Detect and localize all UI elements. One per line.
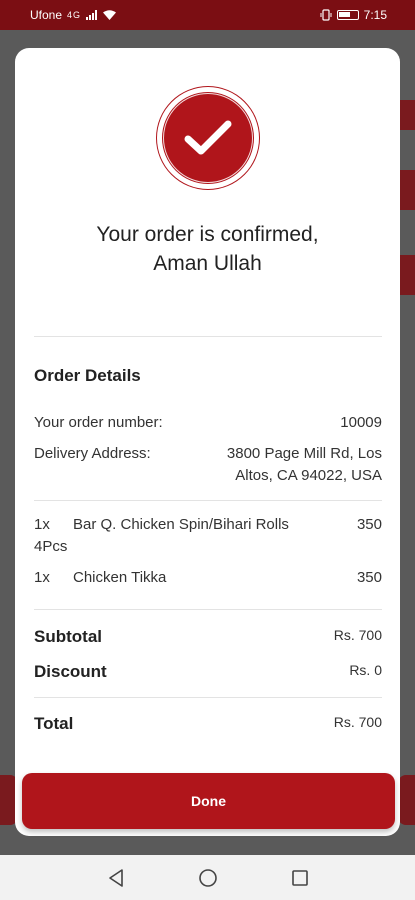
background-tab [400,170,415,210]
background-tab [398,775,415,825]
item-name: Bar Q. Chicken Spin/Bihari Rolls 4Pcs [34,516,289,555]
network-type: 4G [67,10,82,20]
order-confirmed-badge [157,87,259,189]
total-label: Total [34,714,74,733]
status-bar: Ufone 4G 7:15 [0,0,415,30]
done-button[interactable]: Done [22,773,395,829]
subtotal-value: Rs. 700 [333,627,382,643]
recents-icon [291,869,308,886]
customer-name: Aman Ullah [153,252,262,275]
confirmation-title: Your order is confirmed, [96,223,319,246]
carrier-label: Ufone [30,8,63,22]
item-price: 350 [356,569,382,586]
vibrate-icon [320,9,332,21]
badge-ring [163,93,253,183]
recents-button[interactable] [288,866,312,890]
delivery-address-value: 3800 Page Mill Rd, Los Altos, CA 94022, … [227,443,382,487]
divider [34,500,382,501]
back-button[interactable] [104,866,128,890]
address-line-2: Altos, CA 94022, USA [235,467,382,484]
item-price: 350 [356,516,382,533]
home-button[interactable] [196,866,220,890]
item-name: Chicken Tikka [73,569,167,586]
order-number-value: 10009 [340,414,382,431]
discount-value: Rs. 0 [349,662,382,678]
subtotal-label: Subtotal [34,627,102,646]
discount-label: Discount [34,662,107,681]
clock: 7:15 [363,8,387,22]
battery-icon [336,10,359,20]
home-icon [198,868,217,887]
order-number-label: Your order number: [34,414,163,431]
confirmation-message: Your order is confirmed, Aman Ullah [0,220,415,278]
background-tab [400,100,415,130]
wifi-icon [103,10,117,20]
order-details-heading: Order Details [34,366,141,385]
divider [34,609,382,610]
divider [34,697,382,698]
navigation-bar [0,855,415,900]
signal-icon [86,10,98,20]
address-line-1: 3800 Page Mill Rd, Los [226,445,382,462]
divider [34,336,382,337]
delivery-address-label: Delivery Address: [34,445,151,462]
back-icon [108,868,123,887]
total-value: Rs. 700 [333,714,382,730]
